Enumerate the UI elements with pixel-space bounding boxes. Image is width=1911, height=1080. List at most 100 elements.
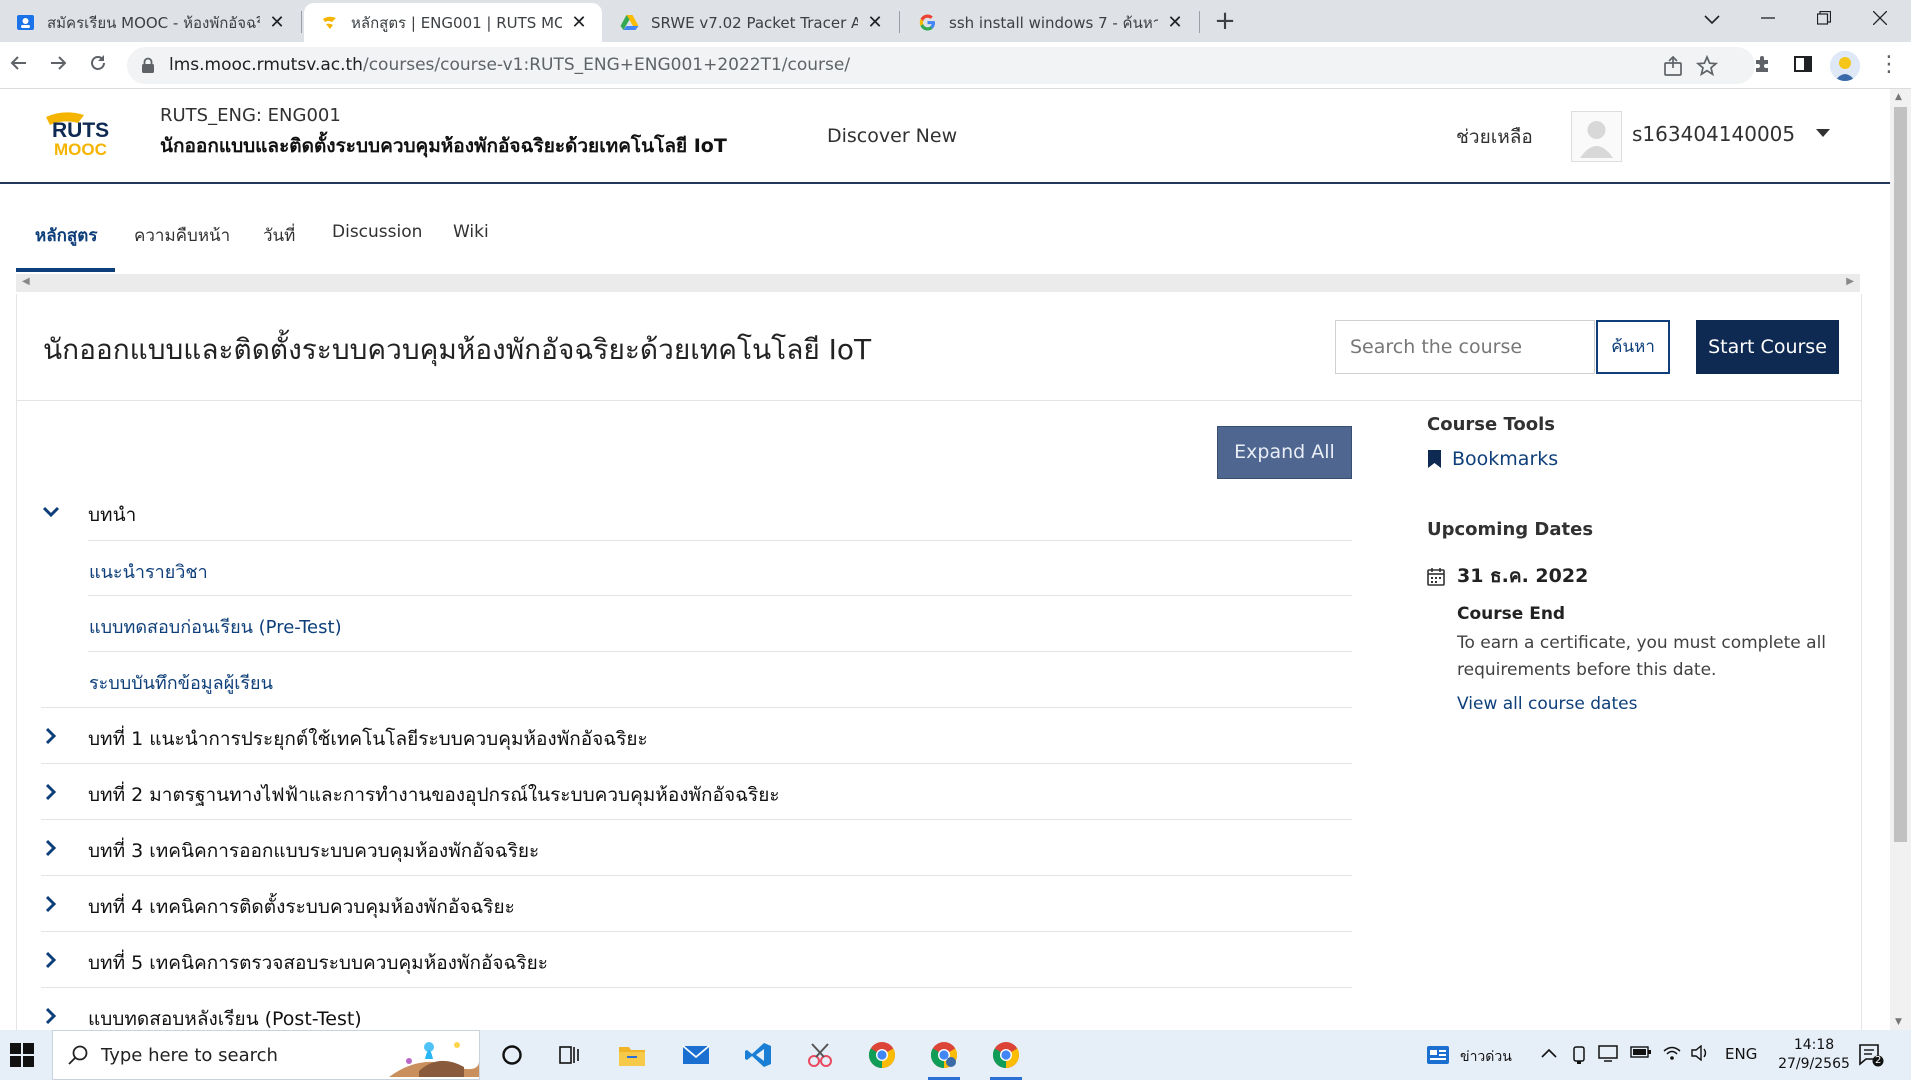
mail-icon[interactable] (678, 1038, 714, 1072)
browser-tab-srwe[interactable]: SRWE v7.02 Packet Tracer Activity ✕ (604, 3, 898, 42)
tab-discussion[interactable]: Discussion (332, 222, 422, 242)
user-menu-caret-icon[interactable] (1816, 129, 1830, 137)
chevron-right-icon[interactable] (41, 838, 61, 858)
chevron-down-icon[interactable] (41, 502, 61, 522)
username[interactable]: s163404140005 (1632, 122, 1795, 146)
section-title[interactable]: บทนำ (88, 500, 136, 530)
section-chapter-4[interactable]: บทที่ 4 เทคนิคการติดตั้งระบบควบคุมห้องพั… (41, 876, 1352, 932)
forward-button[interactable] (41, 49, 75, 83)
scroll-up-icon[interactable]: ▲ (1895, 92, 1902, 102)
search-input[interactable] (1335, 320, 1595, 374)
notification-center-icon[interactable]: 2 (1858, 1043, 1884, 1067)
system-clock[interactable]: 14:18 27/9/2565 (1776, 1036, 1852, 1074)
section-chapter-3[interactable]: บทที่ 3 เทคนิคการออกแบบระบบควบคุมห้องพัก… (41, 820, 1352, 876)
help-link[interactable]: ช่วยเหลือ (1456, 122, 1533, 152)
ruts-mooc-logo[interactable]: RUTS MOOC (44, 109, 120, 159)
snipping-tool-icon[interactable] (802, 1038, 838, 1072)
address-bar[interactable]: lms.mooc.rmutsv.ac.th/courses/course-v1:… (127, 47, 1755, 84)
side-panel-icon[interactable] (1792, 53, 1818, 79)
file-explorer-icon[interactable] (614, 1038, 650, 1072)
close-window-button[interactable] (1852, 0, 1908, 40)
chrome-profile-icon[interactable] (926, 1038, 962, 1080)
chrome-icon[interactable] (864, 1038, 900, 1072)
subsection-item[interactable]: ระบบบันทึกข้อมูลผู้เรียน (41, 652, 1352, 708)
usb-device-icon[interactable] (1570, 1045, 1588, 1069)
chevron-right-icon[interactable] (41, 1006, 61, 1026)
volume-icon[interactable] (1690, 1044, 1710, 1065)
taskbar-search-placeholder: Type here to search (101, 1045, 278, 1066)
browser-menu-icon[interactable]: ⋮ (1878, 50, 1900, 80)
windows-start-icon[interactable] (10, 1043, 34, 1067)
reload-button[interactable] (81, 49, 115, 83)
restore-button[interactable] (1796, 0, 1852, 40)
chevron-right-icon[interactable] (41, 726, 61, 746)
close-tab-icon[interactable]: ✕ (570, 13, 588, 32)
bookmark-star-icon[interactable] (1695, 54, 1719, 77)
search-button[interactable]: ค้นหา (1596, 320, 1670, 374)
scroll-right-icon[interactable]: ▶ (1846, 276, 1854, 287)
profile-avatar[interactable] (1830, 51, 1860, 81)
input-language[interactable]: ENG (1725, 1045, 1757, 1063)
expand-all-button[interactable]: Expand All (1217, 426, 1352, 479)
wifi-icon[interactable] (1662, 1045, 1682, 1065)
ruts-favicon-icon (320, 13, 339, 32)
section-title[interactable]: บทที่ 4 เทคนิคการติดตั้งระบบควบคุมห้องพั… (88, 892, 515, 922)
browser-tab-mooc-signup[interactable]: สมัครเรียน MOOC - ห้องพักอัจฉริยะด้ ✕ (0, 3, 300, 42)
subsection-link[interactable]: ระบบบันทึกข้อมูลผู้เรียน (89, 668, 273, 697)
browser-tab-google-search[interactable]: ssh install windows 7 - ค้นหาด้วย G ✕ (902, 3, 1198, 42)
bookmarks-link[interactable]: Bookmarks (1427, 448, 1558, 470)
svg-text:MOOC: MOOC (54, 140, 107, 159)
chevron-right-icon[interactable] (41, 894, 61, 914)
extensions-puzzle-icon[interactable] (1752, 53, 1778, 79)
cortana-circle-icon[interactable] (494, 1038, 530, 1072)
browser-tab-course[interactable]: หลักสูตร | ENG001 | RUTS MOOC ✕ (304, 3, 602, 42)
back-button[interactable] (2, 49, 36, 83)
news-widget[interactable]: ข่าวด่วน (1426, 1045, 1512, 1069)
task-view-icon[interactable] (552, 1038, 588, 1072)
tab-progress[interactable]: ความคืบหน้า (134, 222, 230, 249)
section-title[interactable]: บทที่ 5 เทคนิคการตรวจสอบระบบควบคุมห้องพั… (88, 948, 548, 978)
section-title[interactable]: บทที่ 2 มาตรฐานทางไฟฟ้าและการทำงานของอุป… (88, 780, 780, 810)
section-intro[interactable]: บทนำ (41, 484, 1352, 540)
close-tab-icon[interactable]: ✕ (1166, 13, 1184, 32)
view-all-dates-link[interactable]: View all course dates (1457, 694, 1637, 714)
scroll-down-icon[interactable]: ▼ (1895, 1017, 1902, 1027)
scrollbar-thumb[interactable] (1894, 107, 1907, 842)
share-icon[interactable] (1662, 55, 1684, 77)
vscode-icon[interactable] (740, 1038, 776, 1072)
chevron-right-icon[interactable] (41, 782, 61, 802)
horizontal-scrollbar[interactable]: ◀ ▶ (16, 274, 1860, 292)
tab-wiki[interactable]: Wiki (453, 222, 489, 242)
tab-dates[interactable]: วันที่ (263, 222, 295, 249)
clock-date: 27/9/2565 (1778, 1056, 1850, 1072)
user-avatar[interactable] (1571, 111, 1622, 162)
scroll-left-icon[interactable]: ◀ (22, 276, 30, 287)
subsection-item[interactable]: แนะนำรายวิชา (88, 540, 1352, 596)
close-tab-icon[interactable]: ✕ (866, 13, 884, 32)
close-tab-icon[interactable]: ✕ (268, 13, 286, 32)
subsection-link[interactable]: แบบทดสอบก่อนเรียน (Pre-Test) (89, 612, 342, 641)
new-tab-button[interactable]: + (1210, 6, 1240, 36)
chrome-active-icon[interactable] (988, 1038, 1024, 1080)
minimize-button[interactable] (1740, 0, 1796, 40)
display-icon[interactable] (1598, 1045, 1618, 1067)
battery-icon[interactable] (1630, 1045, 1652, 1063)
tab-search-icon[interactable] (1684, 0, 1740, 40)
upcoming-date-row: 31 ธ.ค. 2022 (1427, 561, 1588, 591)
subsection-item[interactable]: แบบทดสอบก่อนเรียน (Pre-Test) (88, 596, 1352, 652)
lock-icon[interactable] (141, 57, 155, 74)
taskbar-search-box[interactable]: Type here to search (52, 1030, 480, 1080)
section-title[interactable]: บทที่ 3 เทคนิคการออกแบบระบบควบคุมห้องพัก… (88, 836, 539, 866)
tab-course[interactable]: หลักสูตร (35, 222, 97, 249)
section-title[interactable]: บทที่ 1 แนะนำการประยุกต์ใช้เทคโนโลยีระบบ… (88, 724, 648, 754)
subsection-link[interactable]: แนะนำรายวิชา (89, 557, 208, 586)
discover-new-link[interactable]: Discover New (827, 125, 957, 147)
chevron-right-icon[interactable] (41, 950, 61, 970)
section-chapter-5[interactable]: บทที่ 5 เทคนิคการตรวจสอบระบบควบคุมห้องพั… (41, 932, 1352, 988)
start-course-button[interactable]: Start Course (1696, 320, 1839, 374)
section-chapter-1[interactable]: บทที่ 1 แนะนำการประยุกต์ใช้เทคโนโลยีระบบ… (41, 708, 1352, 764)
bookmarks-label[interactable]: Bookmarks (1452, 448, 1558, 470)
show-hidden-icons-icon[interactable] (1541, 1045, 1557, 1063)
vertical-scrollbar[interactable]: ▲ ▼ (1890, 89, 1911, 1030)
section-chapter-2[interactable]: บทที่ 2 มาตรฐานทางไฟฟ้าและการทำงานของอุป… (41, 764, 1352, 820)
